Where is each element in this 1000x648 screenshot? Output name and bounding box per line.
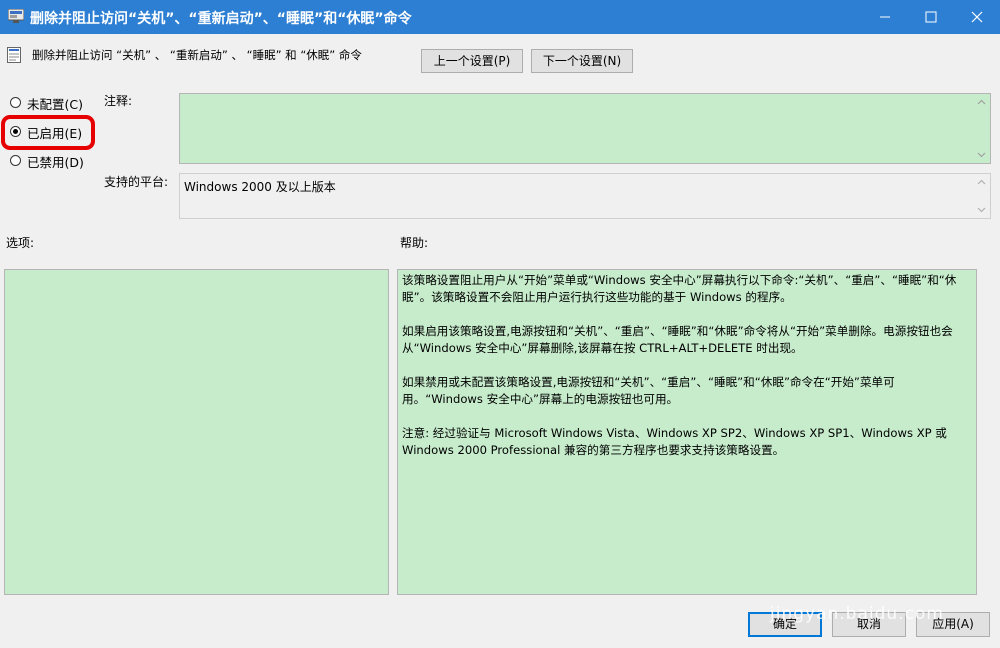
options-label: 选项: [6, 236, 35, 250]
platform-field: Windows 2000 及以上版本 [179, 173, 991, 219]
maximize-icon [925, 11, 937, 23]
minimize-button[interactable] [862, 0, 908, 34]
platform-scrollbar[interactable] [973, 174, 990, 218]
radio-label: 已禁用(D) [27, 155, 84, 170]
scroll-up-icon[interactable] [977, 178, 986, 187]
setting-icon [7, 47, 21, 63]
maximize-button[interactable] [908, 0, 954, 34]
title-bar: 删除并阻止访问“关机”、“重新启动”、“睡眠”和“休眠”命令 [0, 0, 1000, 34]
scroll-up-icon[interactable] [977, 98, 986, 107]
help-pane: 该策略设置阻止用户从“开始”菜单或“Windows 安全中心”屏幕执行以下命令:… [397, 269, 977, 595]
radio-circle[interactable] [10, 155, 21, 166]
setting-name: 删除并阻止访问 “关机” 、 “重新启动” 、 “睡眠” 和 “休眠” 命令 [32, 48, 362, 62]
close-button[interactable] [954, 0, 1000, 34]
close-icon [971, 11, 983, 23]
radio-circle[interactable] [10, 97, 21, 108]
scroll-down-icon[interactable] [977, 150, 986, 159]
radio-label: 未配置(C) [27, 97, 83, 112]
scroll-down-icon[interactable] [977, 205, 986, 214]
next-setting-button[interactable]: 下一个设置(N) [531, 49, 633, 73]
previous-setting-button[interactable]: 上一个设置(P) [421, 49, 523, 73]
watermark: jingyan.baidu.com [770, 604, 944, 624]
policy-app-icon [8, 9, 24, 23]
comment-scrollbar[interactable] [973, 94, 990, 163]
help-paragraph: 注意: 经过验证与 Microsoft Windows Vista、Window… [402, 426, 947, 457]
help-paragraph: 如果启用该策略设置,电源按钮和“关机”、“重启”、“睡眠”和“休眠”命令将从“开… [402, 324, 953, 355]
help-paragraph: 该策略设置阻止用户从“开始”菜单或“Windows 安全中心”屏幕执行以下命令:… [402, 273, 957, 304]
help-label: 帮助: [400, 236, 429, 250]
highlight-annotation [1, 115, 95, 150]
window-title: 删除并阻止访问“关机”、“重新启动”、“睡眠”和“休眠”命令 [30, 11, 412, 27]
help-paragraph: 如果禁用或未配置该策略设置,电源按钮和“关机”、“重启”、“睡眠”和“休眠”命令… [402, 375, 895, 406]
comment-textarea[interactable] [179, 93, 991, 164]
comment-label: 注释: [104, 94, 133, 108]
platform-label: 支持的平台: [104, 175, 169, 189]
minimize-icon [880, 16, 890, 18]
platform-value: Windows 2000 及以上版本 [184, 180, 336, 194]
options-pane [4, 269, 389, 595]
